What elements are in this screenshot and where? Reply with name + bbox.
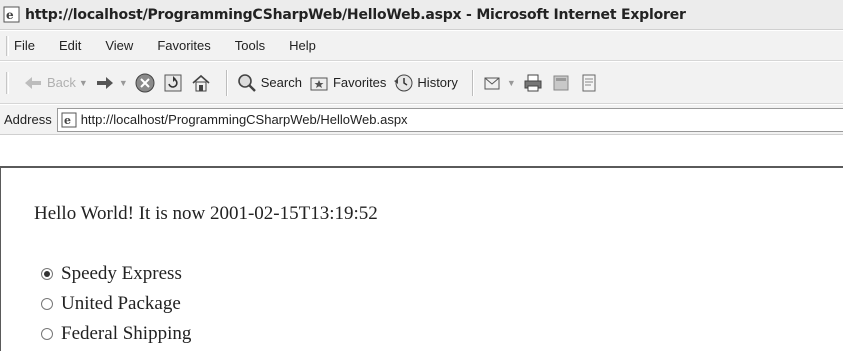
stop-button[interactable]: [134, 68, 156, 98]
chevron-down-icon[interactable]: ▼: [119, 78, 128, 88]
menu-grip[interactable]: [6, 36, 9, 56]
radio-label: Speedy Express: [61, 263, 182, 284]
history-button[interactable]: History: [392, 68, 458, 98]
svg-text:e: e: [64, 114, 71, 127]
print-button[interactable]: [522, 68, 544, 98]
shipper-option-speedy-express[interactable]: Speedy Express: [41, 263, 182, 285]
title-bar: e http://localhost/ProgrammingCSharpWeb/…: [0, 0, 843, 30]
back-button[interactable]: Back ▼: [22, 68, 88, 98]
home-icon: [190, 72, 212, 94]
discuss-button[interactable]: [578, 68, 600, 98]
address-field[interactable]: e: [56, 107, 843, 132]
forward-button[interactable]: ▼: [94, 68, 128, 98]
document-icon: [578, 72, 600, 94]
search-label: Search: [260, 75, 302, 90]
toolbar: Back ▼ ▼ Search Favorites History ▼: [0, 62, 843, 104]
favorites-folder-icon: [308, 72, 330, 94]
search-icon: [236, 72, 258, 94]
favorites-button[interactable]: Favorites: [308, 68, 386, 98]
history-icon: [392, 72, 414, 94]
refresh-button[interactable]: [162, 68, 184, 98]
radio-label: United Package: [61, 293, 181, 314]
radio-button[interactable]: [41, 268, 53, 280]
ie-page-icon: e: [3, 6, 20, 23]
radio-label: Federal Shipping: [61, 323, 192, 344]
ie-page-icon: e: [61, 112, 77, 128]
address-input[interactable]: [80, 112, 843, 127]
menu-file[interactable]: File: [12, 36, 37, 55]
radio-button[interactable]: [41, 298, 53, 310]
search-button[interactable]: Search: [236, 68, 302, 98]
menu-view[interactable]: View: [103, 36, 135, 55]
home-button[interactable]: [190, 68, 212, 98]
toolbar-grip[interactable]: [6, 72, 9, 94]
shipper-option-federal-shipping[interactable]: Federal Shipping: [41, 323, 191, 345]
history-label: History: [417, 75, 458, 90]
radio-button[interactable]: [41, 328, 53, 340]
edit-button[interactable]: [550, 68, 572, 98]
toolbar-separator: [471, 69, 474, 96]
menu-tools[interactable]: Tools: [233, 36, 267, 55]
printer-icon: [522, 72, 544, 94]
chevron-down-icon[interactable]: ▼: [79, 78, 88, 88]
chevron-down-icon[interactable]: ▼: [507, 78, 516, 88]
svg-text:e: e: [6, 8, 14, 22]
stop-icon: [134, 72, 156, 94]
edit-page-icon: [550, 72, 572, 94]
menu-edit[interactable]: Edit: [57, 36, 83, 55]
greeting-text: Hello World! It is now 2001-02-15T13:19:…: [34, 203, 378, 224]
window-title: http://localhost/ProgrammingCSharpWeb/He…: [25, 6, 686, 23]
refresh-icon: [162, 72, 184, 94]
menu-favorites[interactable]: Favorites: [155, 36, 212, 55]
favorites-label: Favorites: [332, 75, 387, 90]
shipper-option-united-package[interactable]: United Package: [41, 293, 181, 315]
page-content: Hello World! It is now 2001-02-15T13:19:…: [0, 166, 843, 351]
forward-arrow-icon: [94, 72, 116, 94]
mail-button[interactable]: ▼: [482, 68, 516, 98]
back-arrow-icon: [22, 72, 44, 94]
menu-help[interactable]: Help: [287, 36, 318, 55]
toolbar-separator: [225, 69, 228, 96]
back-label: Back: [47, 75, 76, 90]
address-label: Address: [4, 112, 52, 127]
address-bar: Address e: [0, 105, 843, 135]
mail-icon: [482, 72, 504, 94]
menu-bar: File Edit View Favorites Tools Help: [0, 31, 843, 61]
